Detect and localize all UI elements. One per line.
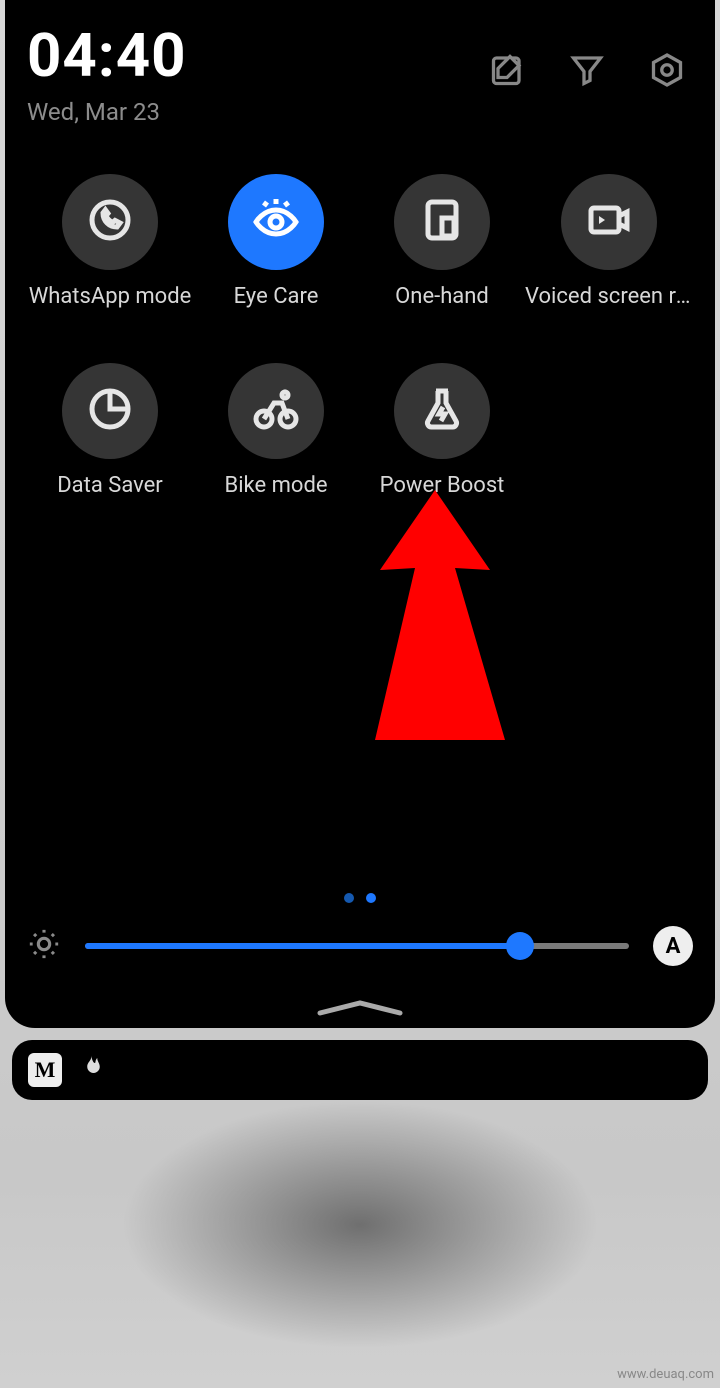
tile-label: Data Saver [57, 473, 163, 498]
whatsapp-icon [86, 196, 134, 248]
header-row: 04:40 Wed, Mar 23 [27, 26, 693, 126]
tile-label: Power Boost [380, 473, 505, 498]
flame-icon [76, 1053, 106, 1087]
bike-icon [252, 385, 300, 437]
tile-whatsapp-mode[interactable]: WhatsApp mode [27, 174, 193, 309]
header-actions [489, 26, 693, 92]
tile-label: Eye Care [234, 284, 319, 309]
tile-label: Bike mode [224, 473, 327, 498]
tile-circle [561, 174, 657, 270]
quick-settings-panel: 04:40 Wed, Mar 23 WhatsApp mode [5, 0, 715, 1028]
tile-data-saver[interactable]: Data Saver [27, 363, 193, 498]
tile-circle [62, 174, 158, 270]
voiced-screen-icon [585, 196, 633, 248]
tile-voiced-screen-recording[interactable]: Voiced screen recording [525, 174, 693, 309]
tile-bike-mode[interactable]: Bike mode [193, 363, 359, 498]
annotation-arrow [355, 490, 515, 750]
tile-eye-care[interactable]: Eye Care [193, 174, 359, 309]
data-saver-icon [86, 385, 134, 437]
notification-bar[interactable]: M [12, 1040, 708, 1100]
brightness-fill [85, 943, 520, 949]
tile-circle [394, 174, 490, 270]
page-indicator [5, 888, 715, 907]
brightness-thumb[interactable] [506, 932, 534, 960]
tile-circle [62, 363, 158, 459]
tile-label: One-hand [395, 284, 489, 309]
page-dot-active [366, 893, 376, 903]
tile-circle [394, 363, 490, 459]
watermark: www.deuaq.com [617, 1367, 714, 1382]
collapse-handle[interactable] [5, 996, 715, 1018]
tile-circle [228, 174, 324, 270]
brightness-slider[interactable] [85, 943, 629, 949]
wallpaper-shadow [120, 1100, 600, 1350]
clock-time: 04:40 [27, 26, 489, 86]
tile-one-hand[interactable]: One-hand [359, 174, 525, 309]
header-left: 04:40 Wed, Mar 23 [27, 26, 489, 126]
header-date: Wed, Mar 23 [27, 98, 489, 126]
one-hand-icon [418, 196, 466, 248]
tile-label: Voiced screen recording [525, 284, 693, 309]
brightness-row: A [27, 926, 693, 966]
tiles-grid: WhatsApp mode Eye Care One-hand [27, 174, 693, 498]
settings-icon[interactable] [649, 52, 685, 92]
edit-icon[interactable] [489, 52, 525, 92]
tile-power-boost[interactable]: Power Boost [359, 363, 525, 498]
page-dot [344, 893, 354, 903]
notif-app-badge: M [28, 1053, 62, 1087]
auto-brightness-button[interactable]: A [653, 926, 693, 966]
brightness-icon [27, 927, 61, 965]
filter-icon[interactable] [569, 52, 605, 92]
tile-label: WhatsApp mode [29, 284, 192, 309]
eye-icon [252, 196, 300, 248]
tile-circle [228, 363, 324, 459]
flask-bolt-icon [418, 385, 466, 437]
